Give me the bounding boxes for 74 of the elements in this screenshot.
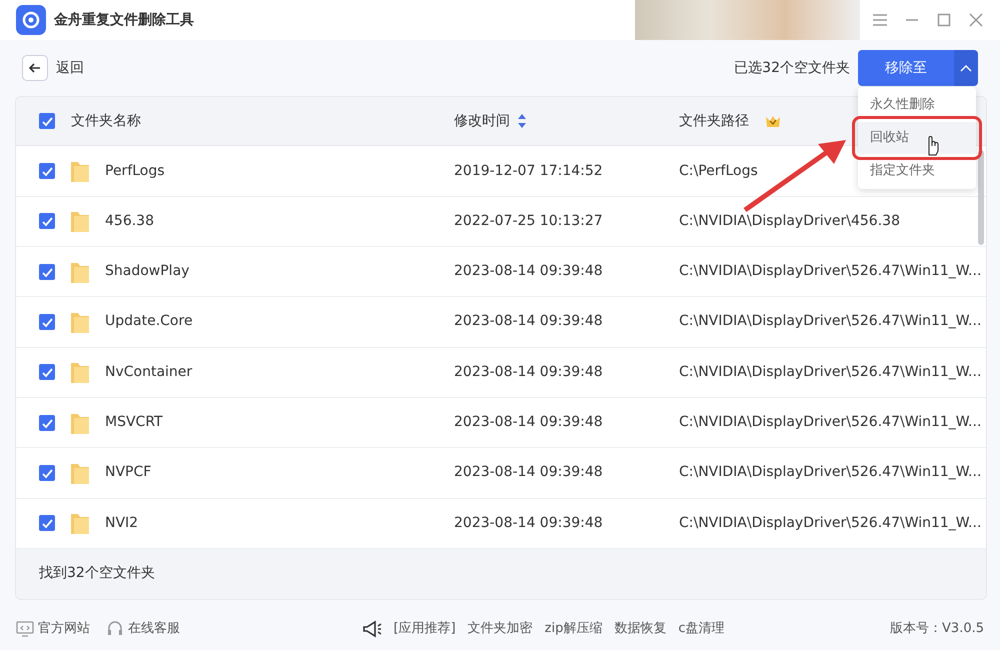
modified-time: 2023-08-14 09:39:48 (454, 413, 604, 432)
folder-path: C:\NVIDIA\DisplayDriver\456.38 (679, 212, 900, 231)
selected-count: 已选32个空文件夹 (734, 58, 850, 78)
folder-icon (71, 210, 89, 232)
folder-path: C:\PerfLogs (679, 162, 758, 180)
back-button[interactable] (22, 55, 48, 81)
checkbox[interactable] (39, 464, 55, 481)
folder-path: C:\NVIDIA\DisplayDriver\526.47\Win11_W... (679, 514, 982, 533)
modified-time: 2023-08-14 09:39:48 (454, 514, 604, 533)
recommend-link[interactable]: 数据恢复 (614, 618, 666, 638)
checkbox[interactable] (39, 264, 55, 280)
checkbox[interactable] (39, 515, 55, 532)
folder-name: PerfLogs (105, 162, 165, 180)
recommend-label: [应用推荐] (394, 620, 456, 638)
modified-time: 2019-12-07 17:14:52 (454, 162, 604, 180)
monitor-icon (16, 620, 34, 638)
back-link[interactable]: 返回 (56, 58, 84, 78)
folder-name: NvContainer (105, 362, 192, 382)
folder-icon (71, 361, 89, 384)
close-icon[interactable] (968, 12, 984, 28)
folder-path: C:\NVIDIA\DisplayDriver\526.47\Win11_W... (679, 362, 982, 382)
menu-item[interactable]: 回收站 (858, 122, 976, 154)
headset-icon (106, 620, 124, 638)
maximize-icon[interactable] (936, 12, 952, 28)
found-count: 找到32个空文件夹 (39, 564, 155, 584)
checkbox[interactable] (39, 414, 55, 431)
back-arrow-icon (28, 61, 42, 75)
column-header: 文件夹路径 (679, 112, 749, 131)
folder-name: 456.38 (105, 212, 154, 231)
modified-time: 2023-08-14 09:39:48 (454, 262, 604, 282)
folder-icon (71, 412, 89, 434)
caret-up-icon (960, 64, 972, 72)
app-logo-icon (16, 5, 46, 35)
folder-icon (71, 310, 89, 333)
column-header[interactable]: 修改时间 (454, 110, 510, 132)
modified-time: 2022-07-25 10:13:27 (454, 212, 604, 231)
megaphone-icon (362, 620, 382, 638)
sort-icon[interactable] (518, 114, 526, 128)
folder-icon (71, 260, 89, 283)
checkbox[interactable] (39, 314, 55, 330)
modified-time: 2023-08-14 09:39:48 (454, 463, 604, 482)
modified-time: 2023-08-14 09:39:48 (454, 362, 604, 382)
menu-item[interactable]: 指定文件夹 (858, 155, 976, 187)
column-header[interactable]: 文件夹名称 (71, 110, 141, 132)
checkbox[interactable] (39, 364, 55, 380)
checkbox[interactable] (39, 213, 55, 230)
version-label: 版本号：V3.0.5 (890, 620, 984, 638)
footer-link[interactable]: 在线客服 (128, 618, 180, 638)
folder-name: Update.Core (105, 312, 193, 332)
recommend-link[interactable]: c盘清理 (678, 618, 725, 638)
window-title: 金舟重复文件删除工具 (54, 10, 194, 30)
dropdown-toggle-button[interactable] (954, 50, 978, 86)
menu-item[interactable]: 永久性删除 (858, 89, 976, 121)
footer-link[interactable]: 官方网站 (38, 618, 90, 638)
folder-path: C:\NVIDIA\DisplayDriver\526.47\Win11_W... (679, 463, 982, 482)
folder-icon (71, 160, 89, 182)
checkbox[interactable] (39, 163, 55, 179)
recommend-link[interactable]: zip解压缩 (544, 618, 602, 638)
folder-icon (71, 512, 89, 534)
modified-time: 2023-08-14 09:39:48 (454, 312, 604, 332)
folder-path: C:\NVIDIA\DisplayDriver\526.47\Win11_W... (679, 413, 982, 432)
scrollbar-thumb[interactable] (978, 150, 984, 245)
crown-icon (765, 114, 781, 128)
folder-name: NVPCF (105, 463, 152, 482)
folder-path: C:\NVIDIA\DisplayDriver\526.47\Win11_W... (679, 262, 982, 282)
folder-name: ShadowPlay (105, 262, 190, 282)
folder-path: C:\NVIDIA\DisplayDriver\526.47\Win11_W... (679, 312, 982, 332)
recommend-link[interactable]: 文件夹加密 (468, 618, 533, 638)
folder-icon (71, 462, 89, 484)
checkbox[interactable] (39, 113, 55, 130)
menu-icon[interactable] (872, 12, 888, 28)
folder-name: NVI2 (105, 514, 138, 533)
move-to-button[interactable]: 移除至 (858, 50, 954, 86)
folder-name: MSVCRT (105, 413, 163, 432)
